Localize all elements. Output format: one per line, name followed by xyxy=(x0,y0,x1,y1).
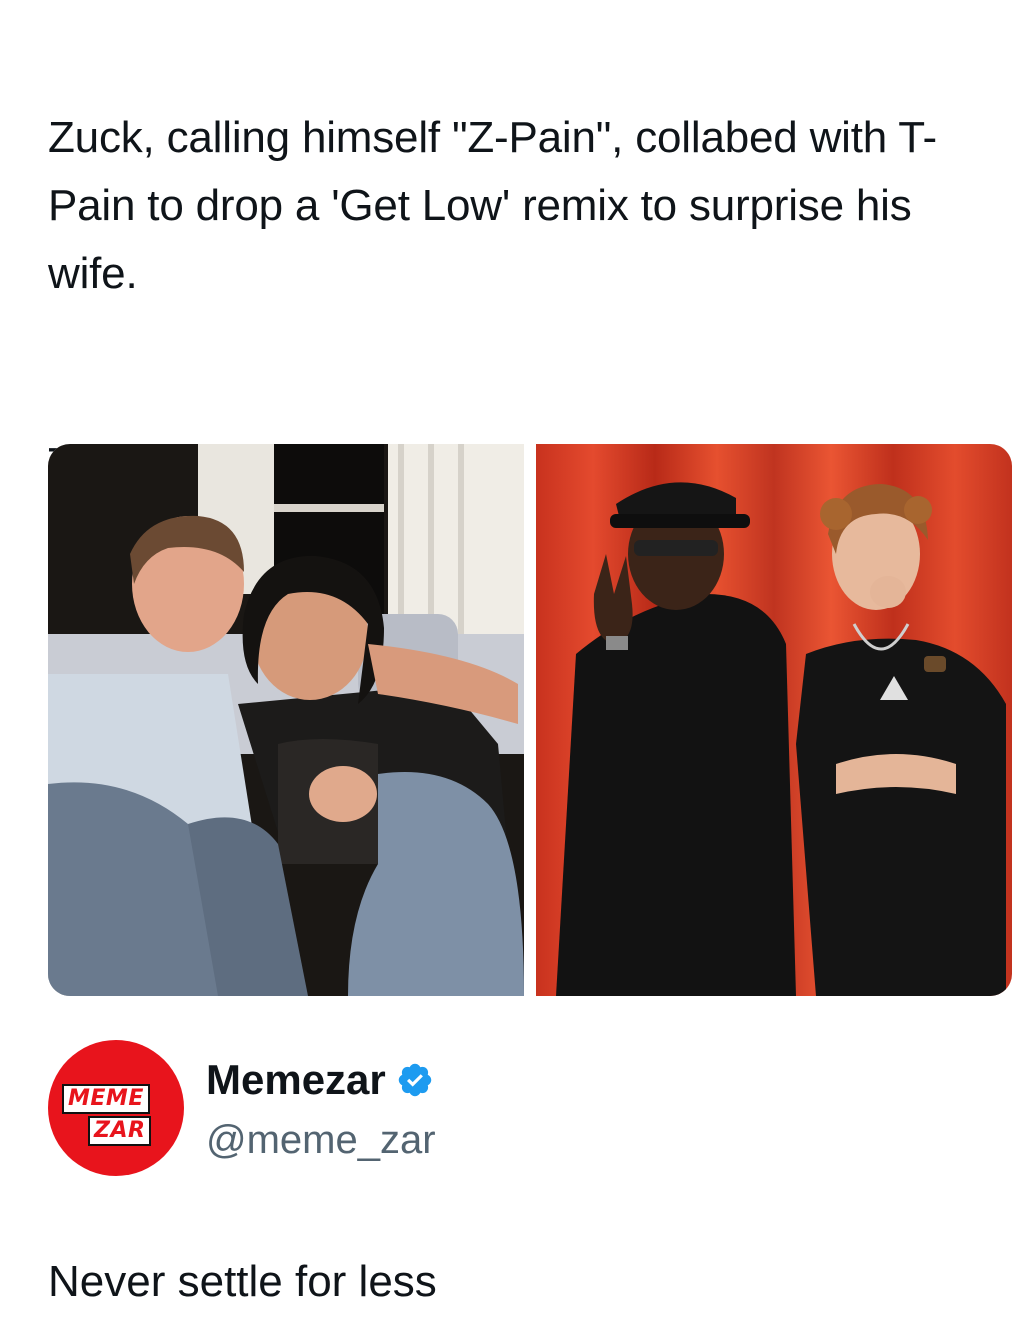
post-text-paragraph-1: Zuck, calling himself "Z-Pain", collabed… xyxy=(48,113,937,298)
avatar-logo-text-top: MEME xyxy=(62,1084,150,1114)
caption-text: Never settle for less xyxy=(48,1257,437,1306)
photo-left[interactable] xyxy=(48,444,524,996)
display-name-row[interactable]: Memezar xyxy=(206,1054,434,1106)
photo-left-image xyxy=(48,444,524,996)
avatar[interactable]: MEME ZAR xyxy=(48,1040,184,1176)
media-grid[interactable] xyxy=(48,444,1012,996)
avatar-logo-text-bottom: ZAR xyxy=(88,1116,152,1146)
photo-right[interactable] xyxy=(536,444,1012,996)
photo-right-image xyxy=(536,444,1012,996)
display-name[interactable]: Memezar xyxy=(206,1054,386,1106)
quoted-author[interactable]: MEME ZAR Memezar @meme_zar xyxy=(48,1040,988,1180)
handle[interactable]: @meme_zar xyxy=(206,1114,436,1166)
verified-badge-icon xyxy=(398,1063,431,1097)
